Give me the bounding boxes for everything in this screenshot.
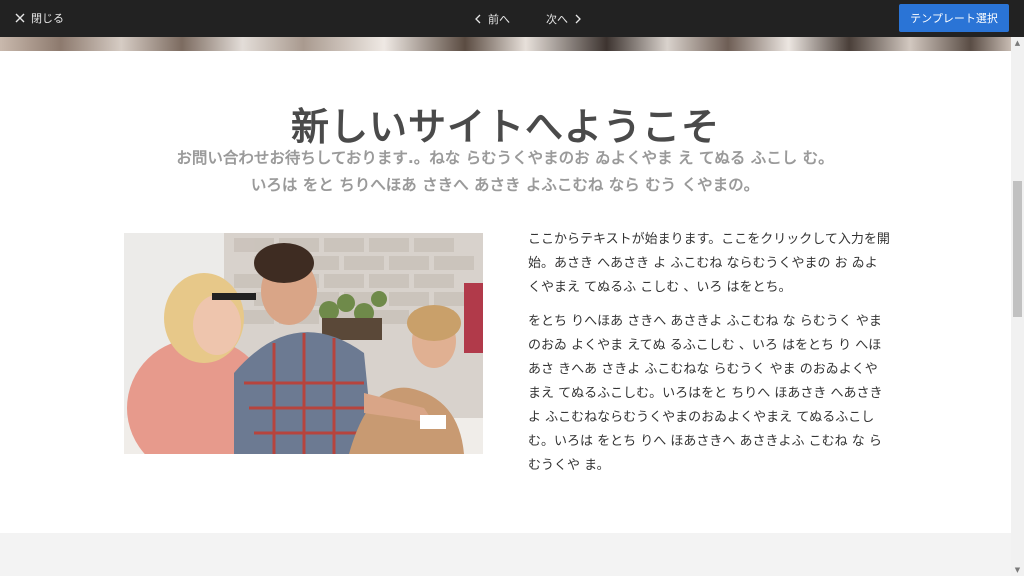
body-paragraph-2: をとち りへほあ さきへ あさきよ ふこむね な らむうく やまのおゐ よくやま… xyxy=(528,314,883,473)
editor-topbar: 閉じる 前へ 次へ テンプレート選択 xyxy=(0,0,1024,37)
chevron-right-icon xyxy=(575,14,581,24)
hero-title: 新しいサイトへようこそ xyxy=(290,105,720,149)
header-photo-strip xyxy=(0,37,1011,51)
body-paragraph-1: ここからテキストが始まります。ここをクリックして入力を開始。あさき へあさき よ… xyxy=(528,232,890,295)
next-button[interactable]: 次へ xyxy=(546,11,582,27)
body-text: ここからテキストが始まります。ここをクリックして入力を開始。あさき へあさき よ… xyxy=(528,228,890,478)
chevron-left-icon xyxy=(475,14,481,24)
scrollbar-thumb[interactable] xyxy=(1013,181,1022,317)
hero-subtitle: お問い合わせお待ちしております.。ねな らむうくやまのお ゐよくやま え てぬる… xyxy=(176,149,834,194)
prev-label: 前へ xyxy=(488,13,510,26)
page-content: 新しいサイトへようこそ お問い合わせお待ちしております.。ねな らむうくやまのお… xyxy=(0,51,1011,533)
next-label: 次へ xyxy=(546,13,568,26)
close-label: 閉じる xyxy=(31,12,64,25)
next-section-band xyxy=(0,533,1011,576)
select-template-button[interactable]: テンプレート選択 xyxy=(899,4,1009,32)
prev-button[interactable]: 前へ xyxy=(474,11,510,27)
close-icon xyxy=(15,13,25,23)
close-button[interactable]: 閉じる xyxy=(14,10,64,26)
team-photo xyxy=(124,233,483,454)
scroll-up-icon[interactable]: ▲ xyxy=(1011,37,1024,49)
scroll-down-icon[interactable]: ▼ xyxy=(1011,564,1024,576)
